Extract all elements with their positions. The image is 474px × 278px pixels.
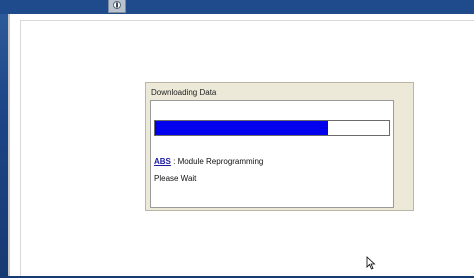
progress-fill — [155, 121, 329, 135]
dialog-title: Downloading Data — [151, 88, 217, 97]
module-description: Module Reprogramming — [177, 157, 264, 166]
status-text: Please Wait — [154, 174, 197, 183]
module-code-link[interactable]: ABS — [154, 157, 171, 166]
dialog-body: ABS : Module Reprogramming Please Wait — [150, 100, 394, 208]
app-tab-icon[interactable] — [108, 0, 126, 13]
module-line: ABS : Module Reprogramming — [154, 157, 263, 166]
module-separator: : — [170, 157, 178, 166]
download-progress-bar — [154, 120, 390, 136]
downloading-dialog: Downloading Data ABS : Module Reprogramm… — [145, 82, 414, 211]
mouse-pointer-icon — [366, 256, 376, 270]
top-taskbar — [0, 0, 474, 14]
